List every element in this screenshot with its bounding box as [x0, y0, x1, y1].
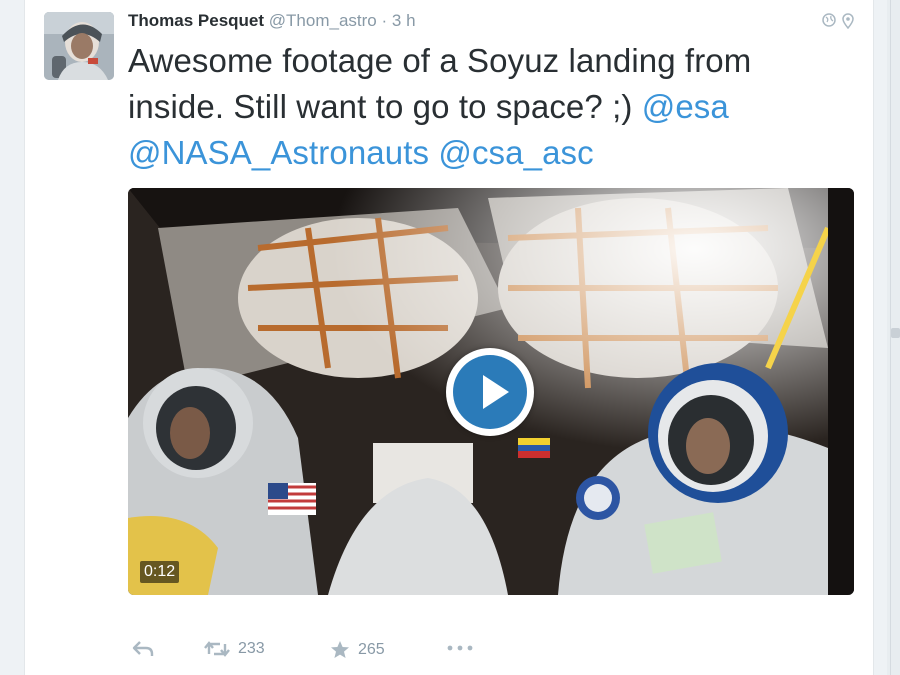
video-duration: 0:12 [140, 561, 180, 583]
tweet-header: Thomas Pesquet @Thom_astro · 3 h [128, 10, 840, 32]
favorite-button[interactable]: 265 [330, 640, 385, 660]
mention-csa-asc[interactable]: @csa_asc [438, 134, 593, 171]
header-separator: · [381, 11, 388, 30]
reply-button[interactable] [132, 640, 154, 658]
scrollbar[interactable] [887, 0, 900, 675]
favorite-count: 265 [358, 641, 385, 658]
avatar[interactable] [44, 12, 114, 80]
star-icon [330, 640, 350, 660]
author-handle[interactable]: @Thom_astro [269, 11, 377, 30]
retweet-button[interactable]: 233 [204, 640, 265, 658]
tweet-text: Awesome footage of a Soyuz landing from … [128, 38, 848, 176]
header-icons [822, 13, 854, 34]
author-name[interactable]: Thomas Pesquet [128, 11, 264, 30]
play-button[interactable] [446, 348, 534, 436]
video-player[interactable] [128, 188, 854, 595]
tweet-time[interactable]: 3 h [392, 11, 416, 30]
mention-esa[interactable]: @esa [642, 88, 729, 125]
location-pin-icon [842, 13, 854, 34]
retweet-icon [204, 640, 230, 658]
more-icon [446, 644, 474, 652]
play-icon [453, 355, 527, 429]
reply-icon [132, 640, 154, 658]
retweet-count: 233 [238, 640, 265, 657]
more-button[interactable] [446, 644, 474, 652]
mention-nasa-astronauts[interactable]: @NASA_Astronauts [128, 134, 429, 171]
globe-icon [822, 13, 836, 34]
